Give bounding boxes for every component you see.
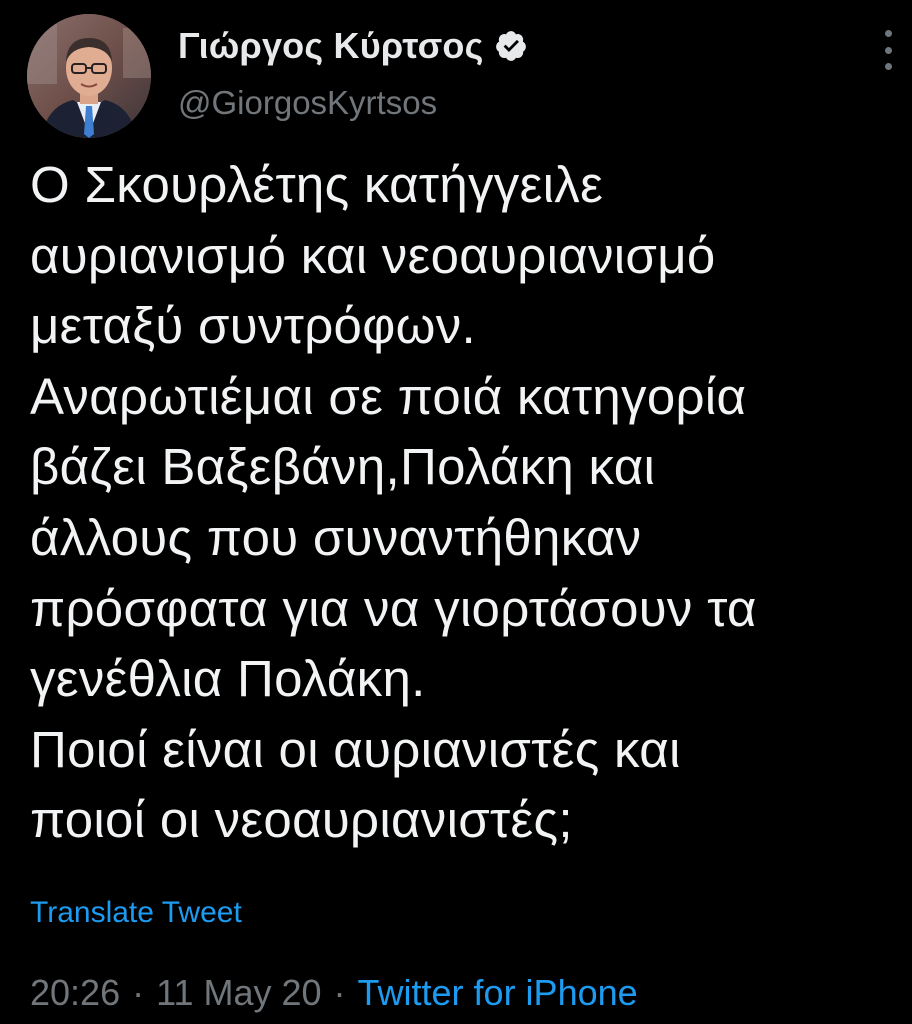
tweet-text-line: άλλους που συναντήθηκαν [30,508,642,566]
tweet-card: Γιώργος Κύρτσος @GiorgosKyrtsos Ο Σκουρλ… [0,0,912,1024]
tweet-source-link[interactable]: Twitter for iPhone [358,972,638,1013]
more-dot [884,46,892,54]
tweet-text-line: γενέθλια Πολάκη. [30,650,426,708]
tweet-date[interactable]: 11 May 20 [156,972,321,1013]
tweet-text-line: Αναρωτιέμαι σε ποιά κατηγορία [30,367,747,425]
more-options-icon[interactable] [878,30,898,70]
tweet-meta: 20:26 · 11 May 20 · Twitter for iPhone [30,972,638,1014]
translate-tweet-link[interactable]: Translate Tweet [30,896,242,930]
tweet-text-line: βάζει Βαξεβάνη,Πολάκη και [30,438,656,496]
meta-separator: · [132,972,145,1013]
verified-badge-icon [494,29,528,63]
tweet-text-line: Ποιοί είναι οι αυριανιστές και [30,720,681,778]
author-name-row[interactable]: Γιώργος Κύρτσος [178,22,528,70]
meta-separator: · [333,972,346,1013]
tweet-text-line: Ο Σκουρλέτης κατήγγειλε [30,156,604,213]
tweet-text: Ο Σκουρλέτης κατήγγειλε αυριανισμό και ν… [30,150,900,856]
more-dot [884,30,892,37]
tweet-time[interactable]: 20:26 [30,972,120,1013]
tweet-text-line: πρόσφατα για να γιορτάσουν τα [30,579,757,637]
tweet-text-line: αυριανισμό και νεοαυριανισμό [30,226,716,284]
author-display-name[interactable]: Γιώργος Κύρτσος [178,25,484,67]
tweet-text-line: μεταξύ συντρόφων. [30,297,476,355]
avatar[interactable] [27,14,151,138]
author-handle[interactable]: @GiorgosKyrtsos [178,84,437,122]
tweet-text-line: ποιοί οι νεοαυριανιστές; [30,791,573,849]
more-dot [884,63,892,70]
